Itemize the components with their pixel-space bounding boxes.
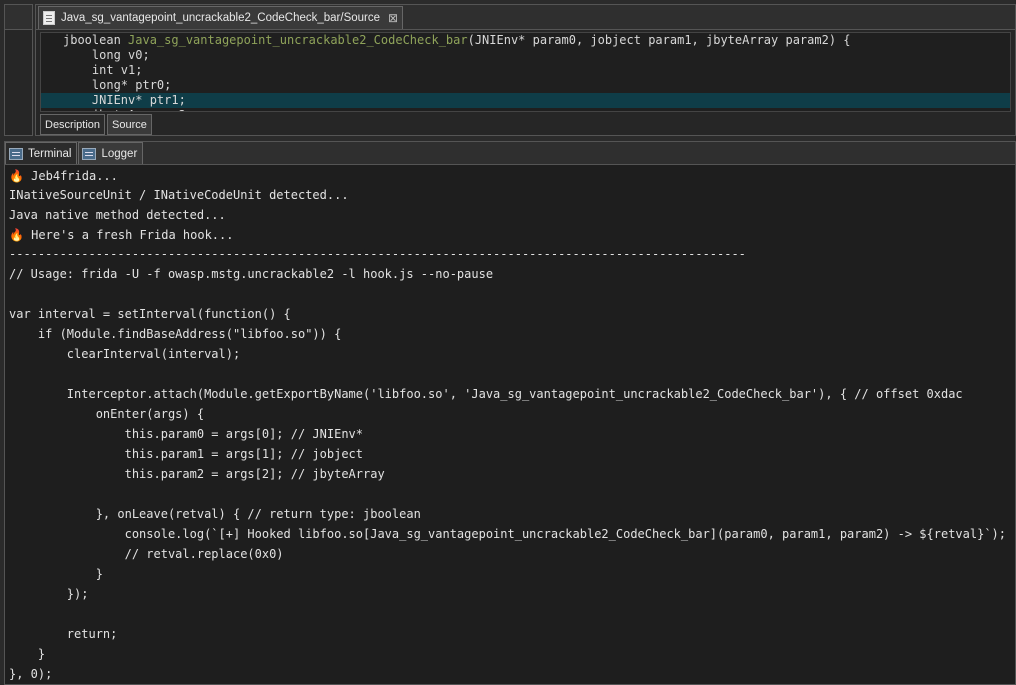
log-line-text: console.log(`[+] Hooked libfoo.so[Java_s… — [9, 527, 1006, 541]
log-line-text: } — [9, 567, 103, 581]
log-line-text: INativeSourceUnit / INativeCodeUnit dete… — [9, 188, 349, 202]
log-line-text: if (Module.findBaseAddress("libfoo.so"))… — [9, 327, 342, 341]
log-line: return; — [9, 624, 1011, 644]
log-line-text: Interceptor.attach(Module.getExportByNam… — [9, 387, 963, 401]
left-panel-header — [5, 5, 32, 30]
log-line: 🔥 Jeb4frida... — [9, 166, 1011, 186]
left-panel-stub — [4, 4, 33, 136]
flame-icon: 🔥 — [9, 228, 24, 242]
console-tabstrip: Terminal Logger — [5, 142, 1015, 165]
log-line: 🔥 Here's a fresh Frida hook... — [9, 225, 1011, 245]
log-line: }, 0); — [9, 664, 1011, 684]
log-line: INativeSourceUnit / INativeCodeUnit dete… — [9, 186, 1011, 205]
log-line: Java native method detected... — [9, 205, 1011, 225]
close-icon[interactable]: ⊠ — [388, 11, 398, 25]
log-line: // retval.replace(0x0) — [9, 544, 1011, 564]
log-line-text: }, 0); — [9, 667, 53, 681]
logger-output[interactable]: 🔥 Jeb4frida... INativeSourceUnit / INativ… — [9, 166, 1011, 684]
log-line: // Usage: frida -U -f owasp.mstg.uncrack… — [9, 264, 1011, 284]
log-line-text: onEnter(args) { — [9, 407, 205, 421]
log-line-text: this.param0 = args[0]; // JNIEnv* — [9, 427, 364, 441]
log-line: this.param0 = args[0]; // JNIEnv* — [9, 424, 1011, 444]
code-line: long v0; — [63, 48, 150, 62]
log-line-text: // retval.replace(0x0) — [9, 547, 284, 561]
log-line-text: this.param2 = args[2]; // jbyteArray — [9, 467, 385, 481]
log-line-text: } — [9, 647, 46, 661]
log-line: } — [9, 644, 1011, 664]
code-line: jbyteArray v2; — [41, 108, 1010, 111]
code-line: int v1; — [63, 63, 143, 77]
tab-logger[interactable]: Logger — [78, 142, 144, 164]
tab-description[interactable]: Description — [40, 114, 106, 135]
log-line: } — [9, 564, 1011, 584]
flame-icon: 🔥 — [9, 169, 24, 183]
log-line-text: return; — [9, 627, 118, 641]
editor-tab[interactable]: Java_sg_vantagepoint_uncrackable2_CodeCh… — [38, 6, 403, 29]
log-line-text: }, onLeave(retval) { // return type: jbo… — [9, 507, 421, 521]
document-icon — [43, 11, 55, 25]
log-line: this.param2 = args[2]; // jbyteArray — [9, 464, 1011, 484]
log-line: if (Module.findBaseAddress("libfoo.so"))… — [9, 324, 1011, 344]
log-line: console.log(`[+] Hooked libfoo.so[Java_s… — [9, 524, 1011, 544]
editor-tab-title: Java_sg_vantagepoint_uncrackable2_CodeCh… — [61, 12, 381, 24]
log-line: }); — [9, 584, 1011, 604]
log-line-text: // Usage: frida -U -f owasp.mstg.uncrack… — [9, 267, 494, 281]
tab-logger-label: Logger — [101, 147, 138, 160]
log-line-text: }); — [9, 587, 89, 601]
source-editor-panel: Java_sg_vantagepoint_uncrackable2_CodeCh… — [35, 4, 1016, 136]
editor-bottom-tabs: Description Source — [40, 114, 154, 135]
log-line-text: Java native method detected... — [9, 208, 226, 222]
editor-tabstrip: Java_sg_vantagepoint_uncrackable2_CodeCh… — [36, 5, 1015, 30]
tab-terminal-label: Terminal — [28, 147, 72, 160]
tab-terminal[interactable]: Terminal — [5, 142, 78, 164]
code-signature: (JNIEnv* param0, jobject param1, jbyteAr… — [467, 33, 851, 47]
log-line-text: clearInterval(interval); — [9, 347, 241, 361]
terminal-icon — [9, 147, 23, 160]
log-line: var interval = setInterval(function() { — [9, 304, 1011, 324]
source-code-view[interactable]: jboolean Java_sg_vantagepoint_uncrackabl… — [40, 32, 1011, 112]
log-line: }, onLeave(retval) { // return type: jbo… — [9, 504, 1011, 524]
log-line-text: Jeb4frida... — [23, 169, 118, 183]
tab-source[interactable]: Source — [107, 114, 152, 135]
log-line-text: ----------------------------------------… — [9, 247, 746, 261]
log-line-text: Here's a fresh Frida hook... — [23, 228, 234, 242]
code-return-type: jboolean — [63, 33, 129, 47]
console-panel: Terminal Logger 🔥 Jeb4frida... INativeSou… — [4, 141, 1016, 685]
log-line: clearInterval(interval); — [9, 344, 1011, 364]
log-line-text: this.param1 = args[1]; // jobject — [9, 447, 364, 461]
log-line-text: var interval = setInterval(function() { — [9, 307, 291, 321]
code-line: jboolean Java_sg_vantagepoint_uncrackabl… — [41, 33, 1010, 48]
log-line: Interceptor.attach(Module.getExportByNam… — [9, 384, 1011, 404]
code-function-name: Java_sg_vantagepoint_uncrackable2_CodeCh… — [128, 33, 468, 47]
code-line: JNIEnv* ptr1; — [41, 93, 1010, 108]
log-line: this.param1 = args[1]; // jobject — [9, 444, 1011, 464]
code-line: long* ptr0; — [63, 78, 172, 92]
logger-icon — [82, 147, 97, 160]
log-line: ----------------------------------------… — [9, 245, 1011, 264]
log-line: onEnter(args) { — [9, 404, 1011, 424]
